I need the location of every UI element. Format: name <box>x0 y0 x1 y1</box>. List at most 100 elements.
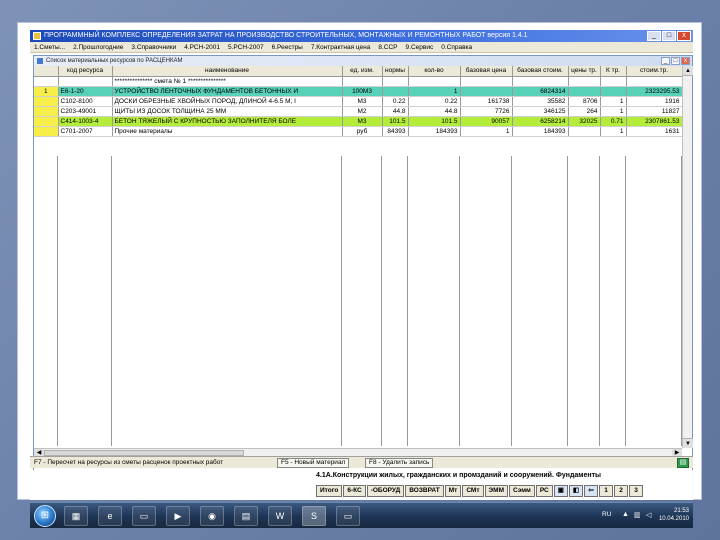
close-button[interactable]: x <box>677 31 691 41</box>
page-1-button[interactable]: 1 <box>599 485 614 497</box>
col-header-name[interactable]: наименование <box>112 66 343 77</box>
taskbar-app-icon[interactable]: ▤ <box>234 506 258 526</box>
cell-name: ЩИТЫ ИЗ ДОСОК ТОЛЩИНА 25 ММ <box>112 106 343 117</box>
word-icon[interactable]: W <box>268 506 292 526</box>
save-icon[interactable]: ▣ <box>553 485 568 497</box>
taskbar-app-icon[interactable]: ▭ <box>336 506 360 526</box>
child-window-controls: _ □ x <box>661 57 690 65</box>
menu-item-spravka[interactable]: 0.Справка <box>441 42 472 52</box>
resource-list-window: Список материальных ресурсов по РАСЦЕНКА… <box>33 55 693 471</box>
emm-button[interactable]: ЭММ <box>484 485 509 497</box>
media-player-icon[interactable]: ▶ <box>166 506 190 526</box>
vertical-scrollbar[interactable]: ▲ ▼ <box>682 66 693 448</box>
cell-base-price: 7726 <box>460 106 513 117</box>
child-close-button[interactable]: x <box>681 57 690 65</box>
child-minimize-button[interactable]: _ <box>661 57 670 65</box>
rs-button[interactable]: РС <box>535 485 553 497</box>
menu-item-ssr[interactable]: 8.ССР <box>378 42 397 52</box>
row-marker <box>34 126 59 137</box>
row-marker: 1 <box>34 86 59 97</box>
menu-item-servis[interactable]: 9.Сервис <box>406 42 434 52</box>
cell-code: С701-2007 <box>58 126 113 137</box>
cell-base-price: 161738 <box>460 96 513 107</box>
window-icon <box>37 58 43 64</box>
col-header-marker[interactable] <box>34 66 59 77</box>
col-header-base-price[interactable]: базовая цена <box>460 66 513 77</box>
col-header-tr-price[interactable]: цены тр. <box>568 66 601 77</box>
cell-qty: 1 <box>408 86 461 97</box>
estimate-app-icon[interactable]: S <box>302 506 326 526</box>
network-icon[interactable]: ▥ <box>634 511 641 519</box>
menu-item-kontraktnaya-cena[interactable]: 7.Контрактная цена <box>311 42 371 52</box>
child-maximize-button[interactable]: □ <box>671 57 680 65</box>
semm-button[interactable]: Сэмм <box>509 485 535 497</box>
system-clock[interactable]: 21:53 10.04.2010 <box>659 507 689 523</box>
smt-button[interactable]: СМт <box>462 485 484 497</box>
taskbar-app-icon[interactable]: ◉ <box>200 506 224 526</box>
cell-unit: М3 <box>342 96 383 107</box>
cell-tr-price: 8706 <box>568 96 601 107</box>
col-header-tr-cost[interactable]: стоим.тр. <box>626 66 682 77</box>
cell-tr-cost: 11827 <box>626 106 682 117</box>
table-row-selected[interactable]: С414-1003-4 БЕТОН ТЯЖЕЛЫЙ С КРУПНОСТЬЮ З… <box>34 116 682 127</box>
cell-code: С102-8100 <box>58 96 113 107</box>
page-2-button[interactable]: 2 <box>614 485 629 497</box>
vozvrat-button[interactable]: ВОЗВРАТ <box>405 485 444 497</box>
empty-grid-area[interactable] <box>34 156 682 446</box>
menu-item-proshlogodnie[interactable]: 2.Прошлогодние <box>73 42 123 52</box>
mt-button[interactable]: Мт <box>444 485 462 497</box>
cell-tr-cost: 1631 <box>626 126 682 137</box>
page-3-button[interactable]: 3 <box>629 485 644 497</box>
menu-item-rsn-2001[interactable]: 4.РСН-2001 <box>184 42 220 52</box>
cell-unit: М3 <box>342 116 383 127</box>
section-row[interactable]: *************** смета № 1 **************… <box>34 76 682 87</box>
menu-item-spravochniki[interactable]: 3.Справочники <box>131 42 176 52</box>
minimize-button[interactable]: _ <box>647 31 661 41</box>
delete-record-button[interactable]: F8 - Удалить запись <box>365 458 434 468</box>
explorer-folder-icon[interactable]: ▭ <box>132 506 156 526</box>
menu-item-rsn-2007[interactable]: 5.РСН-2007 <box>228 42 264 52</box>
cell-code <box>58 76 113 87</box>
menu-item-smety[interactable]: 1.Сметы... <box>34 42 65 52</box>
cell-tr-price: 32025 <box>568 116 601 127</box>
table-row[interactable]: С102-8100 ДОСКИ ОБРЕЗНЫЕ ХВОЙНЫХ ПОРОД, … <box>34 96 682 107</box>
cell-k-tr: 1 <box>600 126 627 137</box>
cell-base-price <box>460 86 513 97</box>
col-header-norm[interactable]: нормы <box>382 66 409 77</box>
6-ks-button[interactable]: 6-КС <box>343 485 366 497</box>
start-orb-icon[interactable]: ⊞ <box>34 505 56 527</box>
table-header-row: код ресурса наименование ед. изм. нормы … <box>34 66 682 77</box>
volume-icon[interactable]: ◁ <box>646 511 651 519</box>
col-header-k-tr[interactable]: К тр. <box>600 66 627 77</box>
cell-base-cost: 184393 <box>512 126 569 137</box>
cell-qty: 0.22 <box>408 96 461 107</box>
exit-icon[interactable]: ⇦ <box>584 485 599 497</box>
cell-norm: 84393 <box>382 126 409 137</box>
export-icon[interactable]: ▤ <box>677 458 689 468</box>
new-material-button[interactable]: F5 - Новый материал <box>277 458 350 468</box>
cell-tr-cost: 2307861.53 <box>626 116 682 127</box>
col-header-base-cost[interactable]: базовая стоим. <box>512 66 569 77</box>
menu-item-reestry[interactable]: 6.Реестры <box>272 42 303 52</box>
maximize-button[interactable]: □ <box>662 31 676 41</box>
page-icon[interactable]: ◧ <box>568 485 584 497</box>
internet-explorer-icon[interactable]: e <box>98 506 122 526</box>
scroll-up-icon[interactable]: ▲ <box>683 66 693 76</box>
cell-code: С203-49001 <box>58 106 113 117</box>
table-row[interactable]: С701-2007 Прочие материалы руб 84393 184… <box>34 126 682 137</box>
taskbar-app-icon[interactable]: ▦ <box>64 506 88 526</box>
col-header-qty[interactable]: кол-во <box>408 66 461 77</box>
cell-name: БЕТОН ТЯЖЕЛЫЙ С КРУПНОСТЬЮ ЗАПОЛНИТЕЛЯ Б… <box>112 116 343 127</box>
tray-arrow-icon[interactable]: ▲ <box>622 511 629 518</box>
language-indicator[interactable]: RU <box>602 511 611 518</box>
cell-tr-price <box>568 86 601 97</box>
col-header-unit[interactable]: ед. изм. <box>342 66 383 77</box>
scroll-down-icon[interactable]: ▼ <box>683 438 693 448</box>
oborud-button[interactable]: -ОБОРУД <box>366 485 405 497</box>
table-row[interactable]: С203-49001 ЩИТЫ ИЗ ДОСОК ТОЛЩИНА 25 ММ М… <box>34 106 682 117</box>
col-header-code[interactable]: код ресурса <box>58 66 113 77</box>
section-label: *************** смета № 1 **************… <box>112 76 343 87</box>
row-marker <box>34 116 59 127</box>
itogo-button[interactable]: Итого <box>316 485 343 497</box>
table-row[interactable]: 1 Е6-1-20 УСТРОЙСТВО ЛЕНТОЧНЫХ ФУНДАМЕНТ… <box>34 86 682 97</box>
